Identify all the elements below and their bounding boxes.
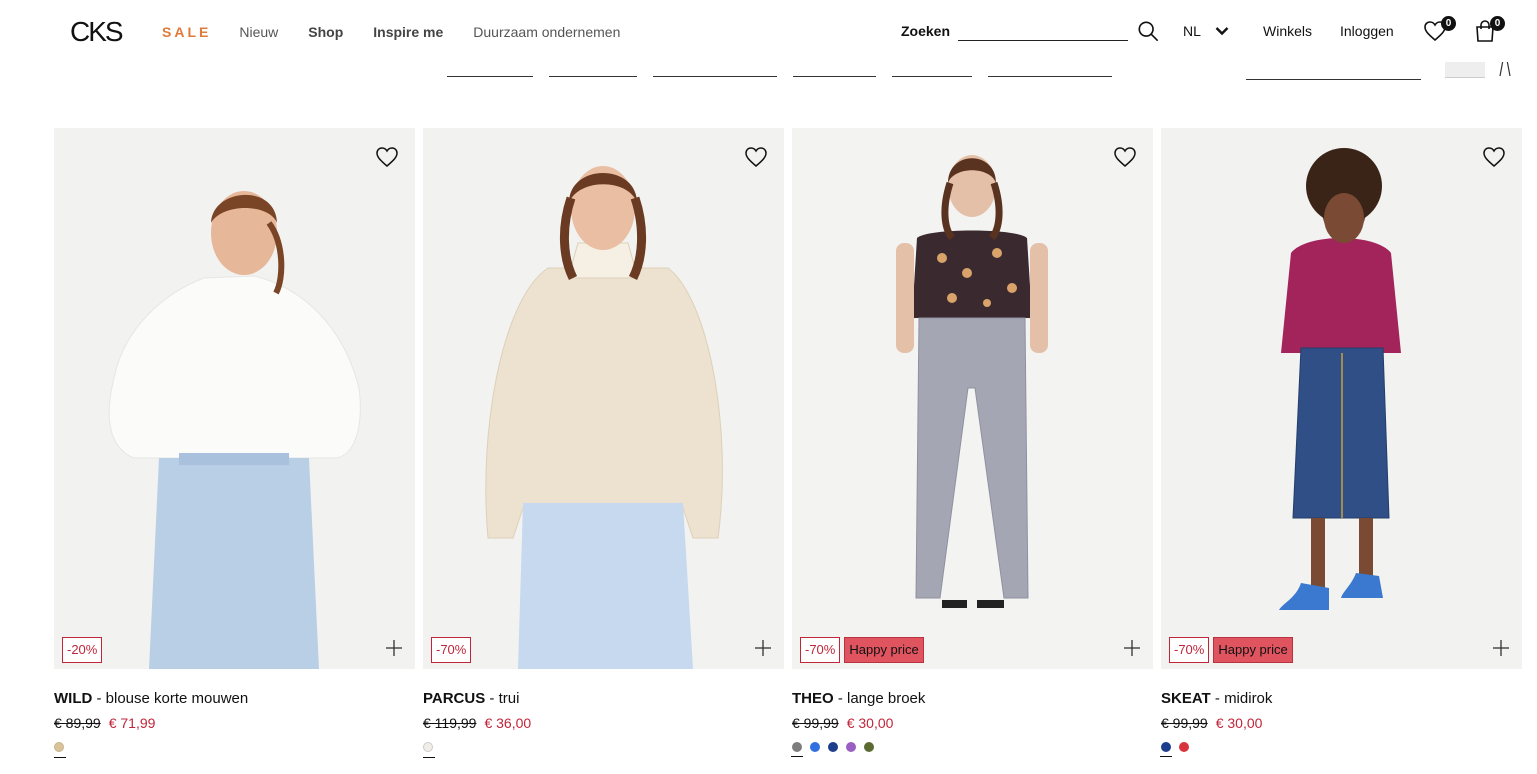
color-swatches xyxy=(791,742,1153,757)
nav-sale[interactable]: SALE xyxy=(162,24,211,40)
model-photo xyxy=(1161,128,1522,669)
product-name: - blouse korte mouwen xyxy=(92,690,249,707)
product-grid: -20% WILD - blouse korte mouwen € 89,99 … xyxy=(54,128,1522,758)
product-brand: THEO xyxy=(792,690,834,707)
filter-dropdown[interactable] xyxy=(447,76,533,77)
language-value: NL xyxy=(1183,23,1201,39)
product-card[interactable]: -20% WILD - blouse korte mouwen € 89,99 … xyxy=(54,128,415,758)
sale-price: € 30,00 xyxy=(846,715,894,731)
search-icon[interactable] xyxy=(1137,20,1159,42)
wishlist-heart-icon[interactable] xyxy=(744,146,768,168)
color-swatch[interactable] xyxy=(846,742,856,752)
old-price: € 119,99 xyxy=(423,715,477,731)
nav-inspire-me[interactable]: Inspire me xyxy=(373,24,443,40)
price-row: € 99,99 € 30,00 xyxy=(1161,715,1522,731)
cart-count-badge: 0 xyxy=(1490,16,1505,31)
color-swatch[interactable] xyxy=(791,742,803,757)
product-title[interactable]: WILD - blouse korte mouwen xyxy=(54,690,415,707)
product-brand: WILD xyxy=(54,690,93,707)
happy-price-badge: Happy price xyxy=(1213,637,1293,663)
product-image[interactable]: -70% xyxy=(423,128,784,669)
filter-dropdown[interactable] xyxy=(549,76,637,77)
chevron-down-icon xyxy=(1215,27,1229,36)
quick-add-plus-icon[interactable] xyxy=(754,639,772,657)
badge-group: -70% xyxy=(431,637,472,663)
color-swatch[interactable] xyxy=(828,742,838,752)
login-link[interactable]: Inloggen xyxy=(1340,23,1394,39)
search-input[interactable] xyxy=(958,20,1128,41)
color-swatch[interactable] xyxy=(54,742,66,758)
happy-price-badge: Happy price xyxy=(844,637,924,663)
wishlist-heart-icon[interactable] xyxy=(375,146,399,168)
badge-group: -70% Happy price xyxy=(1169,637,1293,663)
badge-group: -70% Happy price xyxy=(800,637,924,663)
sort-select[interactable] xyxy=(1246,79,1421,80)
model-photo xyxy=(792,128,1153,669)
product-title[interactable]: PARCUS - trui xyxy=(423,690,784,707)
wishlist-count-badge: 0 xyxy=(1441,16,1456,31)
badge-group: -20% xyxy=(62,637,103,663)
product-image[interactable]: -20% xyxy=(54,128,415,669)
old-price: € 99,99 xyxy=(1161,715,1208,731)
product-card[interactable]: -70% Happy price THEO - lange broek € 99… xyxy=(791,128,1153,757)
view-grid-button[interactable] xyxy=(1445,62,1485,78)
wishlist-heart-icon[interactable] xyxy=(1482,146,1506,168)
quick-add-plus-icon[interactable] xyxy=(1492,639,1510,657)
color-swatches xyxy=(54,742,415,758)
main-nav: SALE Nieuw Shop Inspire me Duurzaam onde… xyxy=(162,24,650,40)
product-brand: SKEAT xyxy=(1161,690,1211,707)
quick-add-plus-icon[interactable] xyxy=(385,639,403,657)
stores-link[interactable]: Winkels xyxy=(1263,23,1312,39)
model-photo xyxy=(423,128,784,669)
discount-badge: -70% xyxy=(431,637,472,663)
search-label: Zoeken xyxy=(901,23,951,39)
product-title[interactable]: THEO - lange broek xyxy=(792,690,1153,707)
nav-nieuw[interactable]: Nieuw xyxy=(239,24,278,40)
nav-shop[interactable]: Shop xyxy=(308,24,343,40)
color-swatch[interactable] xyxy=(810,742,820,752)
product-name: - midirok xyxy=(1210,690,1273,707)
filter-dropdown[interactable] xyxy=(988,76,1112,77)
site-header: CKS SALE Nieuw Shop Inspire me Duurzaam … xyxy=(0,0,1537,62)
filter-dropdown[interactable] xyxy=(653,76,777,77)
sale-price: € 36,00 xyxy=(484,715,532,731)
quick-add-plus-icon[interactable] xyxy=(1123,639,1141,657)
old-price: € 99,99 xyxy=(792,715,839,731)
filter-dropdown[interactable] xyxy=(892,76,972,77)
logo[interactable]: CKS xyxy=(70,16,124,48)
product-image[interactable]: -70% Happy price xyxy=(1161,128,1522,669)
discount-badge: -70% xyxy=(1169,637,1210,663)
sale-price: € 30,00 xyxy=(1215,715,1263,731)
discount-badge: -20% xyxy=(62,637,103,663)
product-title[interactable]: SKEAT - midirok xyxy=(1161,690,1522,707)
old-price: € 89,99 xyxy=(54,715,101,731)
product-card[interactable]: -70% PARCUS - trui € 119,99 € 36,00 xyxy=(423,128,784,758)
color-swatch[interactable] xyxy=(423,742,435,758)
product-card[interactable]: -70% Happy price SKEAT - midirok € 99,99… xyxy=(1160,128,1522,757)
wishlist-heart-icon[interactable] xyxy=(1113,146,1137,168)
product-brand: PARCUS xyxy=(423,690,486,707)
nav-duurzaam[interactable]: Duurzaam ondernemen xyxy=(473,24,620,40)
model-photo xyxy=(54,128,415,669)
sale-price: € 71,99 xyxy=(108,715,156,731)
language-select[interactable]: NL xyxy=(1183,23,1229,39)
price-row: € 119,99 € 36,00 xyxy=(423,715,784,731)
product-name: - trui xyxy=(485,690,520,707)
color-swatch[interactable] xyxy=(864,742,874,752)
color-swatch[interactable] xyxy=(1160,742,1172,757)
discount-badge: -70% xyxy=(800,637,841,663)
filter-dropdown[interactable] xyxy=(793,76,876,77)
price-row: € 99,99 € 30,00 xyxy=(792,715,1153,731)
price-row: € 89,99 € 71,99 xyxy=(54,715,415,731)
color-swatches xyxy=(423,742,784,758)
product-name: - lange broek xyxy=(833,690,926,707)
color-swatch[interactable] xyxy=(1179,742,1189,752)
product-image[interactable]: -70% Happy price xyxy=(792,128,1153,669)
color-swatches xyxy=(1160,742,1522,757)
